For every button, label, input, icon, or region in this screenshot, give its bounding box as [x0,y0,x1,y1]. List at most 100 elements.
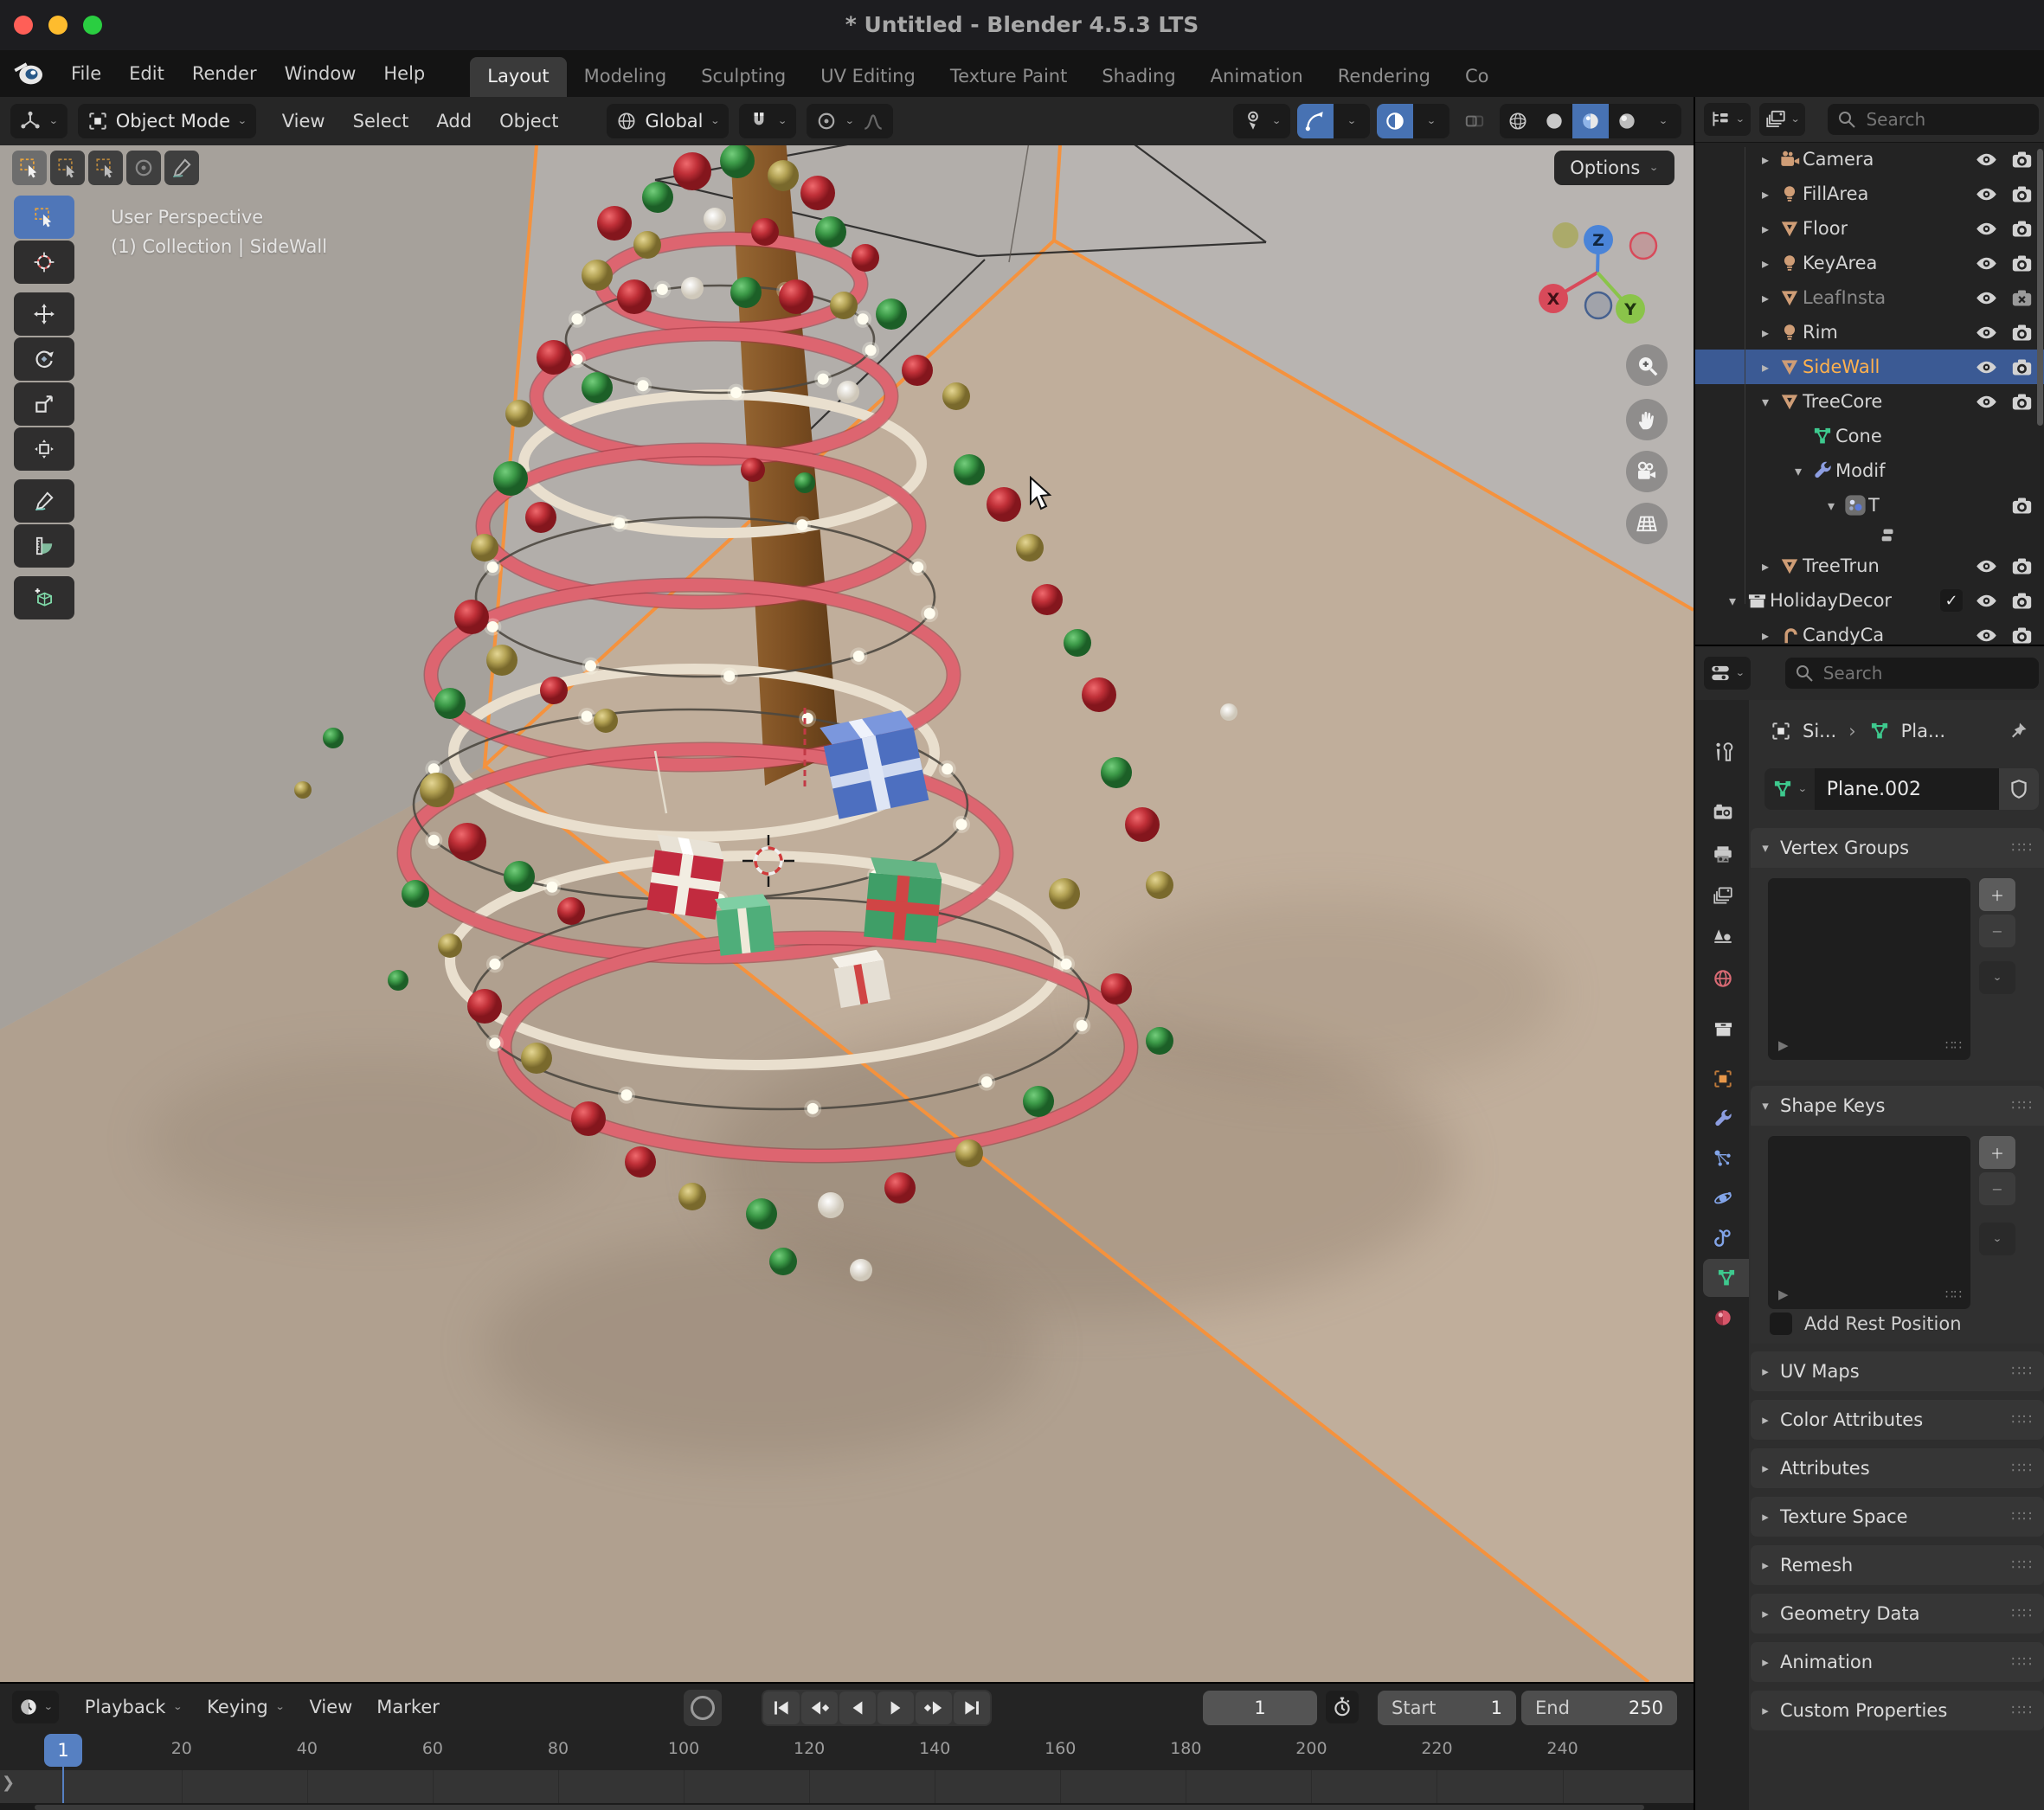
scale-tool[interactable] [14,382,74,426]
properties-tab-viewlayer[interactable] [1703,876,1743,915]
expand-arrow[interactable]: ▶ [1778,1037,1789,1053]
outliner-scrollbar[interactable] [2037,149,2043,426]
expand-chevron[interactable]: ▸ [1754,627,1777,644]
shading-material-button[interactable] [1572,104,1609,138]
workspace-tab-uv-editing[interactable]: UV Editing [803,57,933,97]
annotate-tool[interactable] [14,479,74,523]
selectability-filter[interactable]: ⌄ [1233,104,1290,138]
remove-vertex-group-button[interactable]: − [1979,915,2015,947]
timeline-ruler[interactable]: 20406080100120140160180200220240 [0,1730,1694,1770]
properties-tab-output[interactable] [1703,835,1743,873]
properties-tab-tool[interactable] [1703,733,1743,771]
outliner-row-floor[interactable]: ▸Floor [1695,211,2044,246]
timeline-scroll-area[interactable] [0,1803,1694,1810]
expand-arrow[interactable]: ▶ [1778,1287,1789,1302]
properties-tab-world[interactable] [1703,960,1743,998]
rotate-tool[interactable] [14,337,74,381]
breadcrumb-object[interactable]: Si... [1803,721,1836,741]
workspace-tab-animation[interactable]: Animation [1193,57,1321,97]
outliner-row-sidewall[interactable]: ▸SideWall [1695,350,2044,384]
remove-shape-key-button[interactable]: − [1979,1172,2015,1205]
hide-viewport-icon[interactable] [1975,252,1998,275]
breadcrumb-data[interactable]: Pla... [1901,721,1945,741]
outliner-display-mode[interactable]: ⌄ [1704,103,1751,136]
workspace-tab-layout[interactable]: Layout [470,57,566,97]
disable-render-icon[interactable] [2010,356,2034,379]
properties-tab-modifiers[interactable] [1703,1100,1743,1138]
fake-user-button[interactable] [1999,768,2039,810]
menu-help[interactable]: Help [370,58,439,89]
tweak-select-tool[interactable] [14,196,74,239]
panel-attributes[interactable]: ▸Attributes∷∷ [1751,1448,2044,1488]
hide-viewport-icon[interactable] [1975,148,1998,171]
outliner-row-treetrun[interactable]: ▸TreeTrun [1695,549,2044,583]
disable-render-icon[interactable] [2010,494,2034,517]
workspace-tab-modeling[interactable]: Modeling [567,57,685,97]
timeline-menu-keying[interactable]: Keying⌄ [195,1697,297,1717]
shading-solid-button[interactable] [1536,104,1572,138]
outliner-filter[interactable]: ⌄ [1759,103,1806,136]
properties-editor-selector[interactable]: ⌄ [1704,657,1751,690]
outliner-row-leafinsta[interactable]: ▸LeafInsta [1695,280,2044,315]
select-mode-extend-button[interactable] [50,151,85,185]
pin-icon[interactable] [2008,721,2028,741]
expand-chevron[interactable]: ▸ [1754,290,1777,306]
current-frame-field[interactable]: 1 [1203,1691,1317,1725]
properties-tab-scene[interactable] [1703,918,1743,956]
play-reverse-button[interactable] [839,1691,876,1724]
outliner-row-rim[interactable]: ▸Rim [1695,315,2044,350]
viewport-menu-add[interactable]: Add [422,111,485,132]
outliner-search[interactable] [1828,104,2039,135]
select-mode-invert-button[interactable] [126,151,161,185]
snapping-selector[interactable]: ⌄ [739,104,796,138]
shading-wireframe-button[interactable] [1500,104,1536,138]
meshdata-selector[interactable]: ⌄ [1764,768,1815,810]
disable-render-icon[interactable] [2010,624,2034,645]
expand-chevron[interactable]: ▸ [1754,151,1777,168]
properties-tab-collection[interactable] [1703,1010,1743,1048]
expand-chevron[interactable]: ▸ [1754,359,1777,375]
disable-render-icon[interactable] [2010,390,2034,414]
workspace-tab-shading[interactable]: Shading [1084,57,1192,97]
expand-chevron[interactable]: ▸ [1754,255,1777,272]
properties-tab-render[interactable] [1703,793,1743,831]
expand-chevron[interactable]: ▾ [1721,593,1744,609]
vertex-group-specials-button[interactable]: ⌄ [1979,961,2015,994]
outliner-row-t[interactable]: ▾T [1695,488,2044,523]
disable-render-icon[interactable] [2010,148,2034,171]
cursor-tool[interactable] [14,241,74,284]
jump-to-next-keyframe-button[interactable] [916,1691,952,1724]
hide-viewport-icon[interactable] [1975,624,1998,645]
blender-logo-icon[interactable] [12,55,48,92]
transform-orientation-selector[interactable]: Global⌄ [607,104,729,138]
move-tool[interactable] [14,292,74,336]
disable-render-icon[interactable] [2010,321,2034,344]
menu-window[interactable]: Window [271,58,370,89]
panel-animation[interactable]: ▸Animation∷∷ [1751,1642,2044,1682]
panel-texture-space[interactable]: ▸Texture Space∷∷ [1751,1497,2044,1537]
outliner-search-input[interactable] [1864,108,2030,131]
select-mode-set-button[interactable] [12,151,47,185]
timeline-editor-selector[interactable]: ⌄ [12,1691,59,1723]
vertex-groups-list[interactable]: ▶∷∷ [1768,878,1970,1060]
options-button[interactable]: Options⌄ [1554,151,1674,185]
hide-viewport-icon[interactable] [1975,356,1998,379]
panel-shape-keys[interactable]: ▾Shape Keys∷∷ [1751,1086,2044,1126]
properties-tab-physics[interactable] [1703,1179,1743,1217]
properties-tab-object[interactable] [1703,1060,1743,1098]
properties-tab-data[interactable] [1703,1259,1749,1297]
disable-render-icon[interactable] [2010,252,2034,275]
collection-checkbox[interactable]: ✓ [1940,589,1963,612]
hide-viewport-icon[interactable] [1975,286,1998,310]
workspace-tab-sculpting[interactable]: Sculpting [684,57,803,97]
properties-tab-constraints[interactable] [1703,1219,1743,1257]
timeline-menu-marker[interactable]: Marker [364,1697,452,1717]
expand-chevron[interactable]: ▸ [1754,186,1777,202]
panel-uv-maps[interactable]: ▸UV Maps∷∷ [1751,1351,2044,1391]
gizmo-axis-neg-z[interactable] [1585,292,1611,318]
disable-render-icon[interactable] [2010,286,2034,310]
timeline-menu-view[interactable]: View [297,1697,364,1717]
jump-to-end-button[interactable] [954,1691,990,1724]
zoom-view-button[interactable] [1626,344,1668,386]
expand-chevron[interactable]: ▸ [1754,221,1777,237]
